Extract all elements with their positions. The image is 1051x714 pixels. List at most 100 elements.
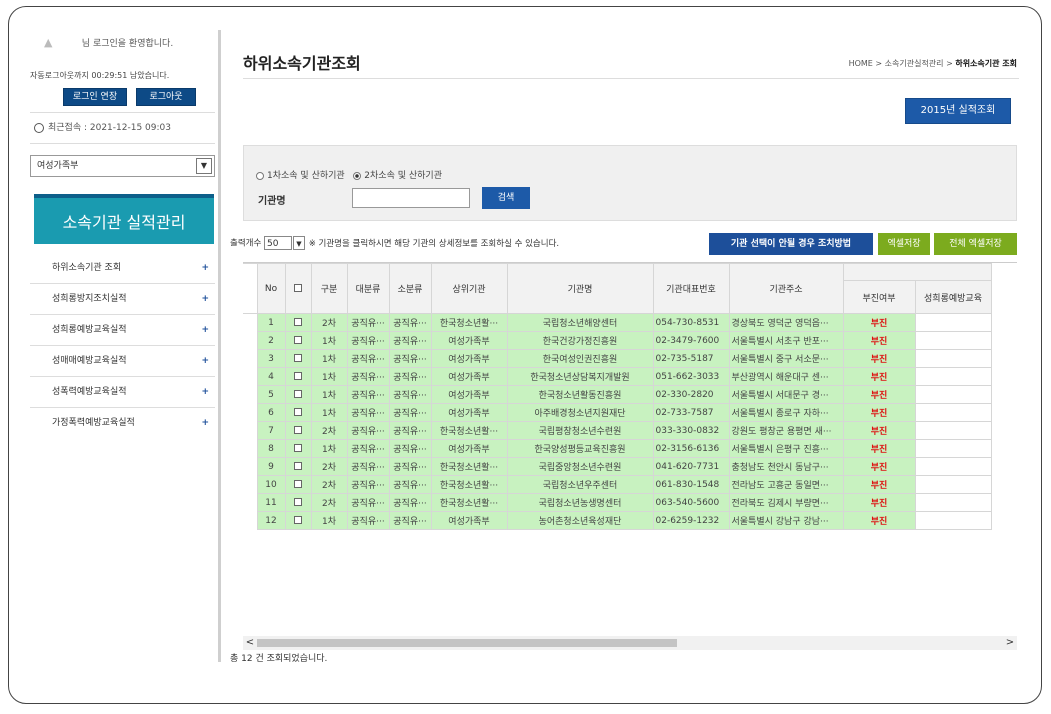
scroll-left-icon[interactable]: < <box>243 636 257 650</box>
cell-no: 5 <box>256 385 286 404</box>
table-row[interactable]: 10 2차 공직유··· 공직유··· 한국청소년활··· 국립청소년우주센터 061-83… <box>243 475 992 494</box>
cell-name[interactable]: 국립청소년해양센터 <box>506 313 654 332</box>
section-banner: 소속기관 실적관리 <box>34 194 214 244</box>
sidebar-item-prostitution-education[interactable]: 성매매예방교육실적 + <box>30 346 215 377</box>
radio-level2[interactable] <box>353 171 362 180</box>
cell-edu <box>914 475 992 494</box>
row-spacer <box>243 349 257 368</box>
table-row[interactable]: 9 2차 공직유··· 공직유··· 한국청소년활··· 국립중앙청소년수련원 041-62… <box>243 457 992 476</box>
row-checkbox[interactable] <box>294 372 302 380</box>
row-checkbox-cell[interactable] <box>284 493 312 512</box>
row-checkbox[interactable] <box>294 516 302 524</box>
row-checkbox-cell[interactable] <box>284 511 312 530</box>
cell-parent: 여성가족부 <box>430 349 508 368</box>
cell-name[interactable]: 국립평창청소년수련원 <box>506 421 654 440</box>
table-row[interactable]: 7 2차 공직유··· 공직유··· 한국청소년활··· 국립평창청소년수련원 033-33… <box>243 421 992 440</box>
sidebar-item-harassment-education[interactable]: 성희롱예방교육실적 + <box>30 315 215 346</box>
row-checkbox-cell[interactable] <box>284 475 312 494</box>
row-checkbox-cell[interactable] <box>284 421 312 440</box>
breadcrumb-path: HOME > 소속기관실적관리 > <box>848 59 956 68</box>
cell-address: 전라북도 김제시 부량면··· <box>728 493 844 512</box>
cell-no: 4 <box>256 367 286 386</box>
row-checkbox-cell[interactable] <box>284 439 312 458</box>
cell-address: 부산광역시 해운대구 센··· <box>728 367 844 386</box>
select-all-checkbox[interactable] <box>294 284 302 292</box>
cell-major: 공직유··· <box>346 349 390 368</box>
header-status: 부진여부 <box>842 280 916 314</box>
row-checkbox[interactable] <box>294 336 302 344</box>
scroll-right-icon[interactable]: > <box>1003 636 1017 650</box>
row-checkbox[interactable] <box>294 480 302 488</box>
row-checkbox-cell[interactable] <box>284 385 312 404</box>
row-checkbox[interactable] <box>294 462 302 470</box>
row-checkbox-cell[interactable] <box>284 331 312 350</box>
cell-name[interactable]: 한국청소년활동진흥원 <box>506 385 654 404</box>
logout-button[interactable]: 로그아웃 <box>136 88 196 106</box>
table-row[interactable]: 1 2차 공직유··· 공직유··· 한국청소년활··· 국립청소년해양센터 054-730… <box>243 313 992 332</box>
scroll-thumb[interactable] <box>257 639 677 647</box>
cell-name[interactable]: 농어촌청소년육성재단 <box>506 511 654 530</box>
row-checkbox[interactable] <box>294 408 302 416</box>
cell-no: 3 <box>256 349 286 368</box>
login-extend-button[interactable]: 로그인 연장 <box>63 88 127 106</box>
search-button[interactable]: 검색 <box>482 187 530 209</box>
cell-edu <box>914 439 992 458</box>
org-select[interactable]: 여성가족부 ▼ <box>30 155 215 177</box>
sidebar-item-label: 성희롱방지조치실적 <box>52 294 127 304</box>
cell-edu <box>914 511 992 530</box>
cell-name[interactable]: 국립중앙청소년수련원 <box>506 457 654 476</box>
cell-name[interactable]: 한국양성평등교육진흥원 <box>506 439 654 458</box>
cell-address: 충청남도 천안시 동남구··· <box>728 457 844 476</box>
cell-parent: 여성가족부 <box>430 403 508 422</box>
table-row[interactable]: 4 1차 공직유··· 공직유··· 여성가족부 한국청소년상담복지개발원 051-662-… <box>243 367 992 386</box>
sidebar-item-harassment-prevention[interactable]: 성희롱방지조치실적 + <box>30 284 215 315</box>
guide-button[interactable]: 기관 선택이 안될 경우 조치방법 <box>709 233 873 255</box>
cell-name[interactable]: 국립청소년우주센터 <box>506 475 654 494</box>
row-checkbox[interactable] <box>294 354 302 362</box>
cell-no: 7 <box>256 421 286 440</box>
header-minor: 소분류 <box>388 263 432 314</box>
search-panel: 1차소속 및 산하기관 2차소속 및 산하기관 기관명 검색 <box>243 145 1017 221</box>
cell-minor: 공직유··· <box>388 439 432 458</box>
header-select-all[interactable] <box>284 263 312 314</box>
row-checkbox-cell[interactable] <box>284 457 312 476</box>
cell-status: 부진 <box>842 331 916 350</box>
horizontal-scrollbar[interactable]: < > <box>243 636 1017 650</box>
cell-address: 서울특별시 서초구 반포··· <box>728 331 844 350</box>
table-row[interactable]: 3 1차 공직유··· 공직유··· 여성가족부 한국여성인권진흥원 02-735-5187… <box>243 349 992 368</box>
row-checkbox-cell[interactable] <box>284 367 312 386</box>
row-checkbox[interactable] <box>294 318 302 326</box>
row-checkbox-cell[interactable] <box>284 403 312 422</box>
cell-major: 공직유··· <box>346 331 390 350</box>
row-checkbox[interactable] <box>294 498 302 506</box>
row-checkbox-cell[interactable] <box>284 313 312 332</box>
table-row[interactable]: 5 1차 공직유··· 공직유··· 여성가족부 한국청소년활동진흥원 02-330-282… <box>243 385 992 404</box>
excel-save-button[interactable]: 엑셀저장 <box>878 233 930 255</box>
table-row[interactable]: 6 1차 공직유··· 공직유··· 여성가족부 아주배경청소년지원재단 02-733-75… <box>243 403 992 422</box>
radio-level1[interactable] <box>256 171 264 180</box>
cell-name[interactable]: 아주배경청소년지원재단 <box>506 403 654 422</box>
row-checkbox[interactable] <box>294 390 302 398</box>
table-row[interactable]: 8 1차 공직유··· 공직유··· 여성가족부 한국양성평등교육진흥원 02-3156-6… <box>243 439 992 458</box>
cell-name[interactable]: 국립청소년농생명센터 <box>506 493 654 512</box>
table-row[interactable]: 2 1차 공직유··· 공직유··· 여성가족부 한국건강가정진흥원 02-3479-760… <box>243 331 992 350</box>
cell-name[interactable]: 한국청소년상담복지개발원 <box>506 367 654 386</box>
count-select[interactable]: 50 ▼ <box>263 236 305 250</box>
sidebar-item-violence-education[interactable]: 성폭력예방교육실적 + <box>30 377 215 408</box>
org-name-input[interactable] <box>352 188 470 208</box>
sidebar-item-sub-org[interactable]: 하위소속기관 조회 + <box>30 253 215 284</box>
cell-name[interactable]: 한국건강가정진흥원 <box>506 331 654 350</box>
row-checkbox[interactable] <box>294 426 302 434</box>
table-row[interactable]: 12 1차 공직유··· 공직유··· 여성가족부 농어촌청소년육성재단 02-6259-1… <box>243 511 992 530</box>
cell-status: 부진 <box>842 475 916 494</box>
cell-parent: 여성가족부 <box>430 385 508 404</box>
row-checkbox-cell[interactable] <box>284 349 312 368</box>
cell-name[interactable]: 한국여성인권진흥원 <box>506 349 654 368</box>
year-results-button[interactable]: 2015년 실적조회 <box>905 98 1011 124</box>
auto-logout-text: 자동로그아웃까지 00:29:51 남았습니다. <box>30 71 170 80</box>
cell-status: 부진 <box>842 493 916 512</box>
excel-save-all-button[interactable]: 전체 엑셀저장 <box>934 233 1017 255</box>
row-checkbox[interactable] <box>294 444 302 452</box>
sidebar-item-domestic-violence-education[interactable]: 가정폭력예방교육실적 + <box>30 408 215 438</box>
table-row[interactable]: 11 2차 공직유··· 공직유··· 한국청소년활··· 국립청소년농생명센터 063-5… <box>243 493 992 512</box>
